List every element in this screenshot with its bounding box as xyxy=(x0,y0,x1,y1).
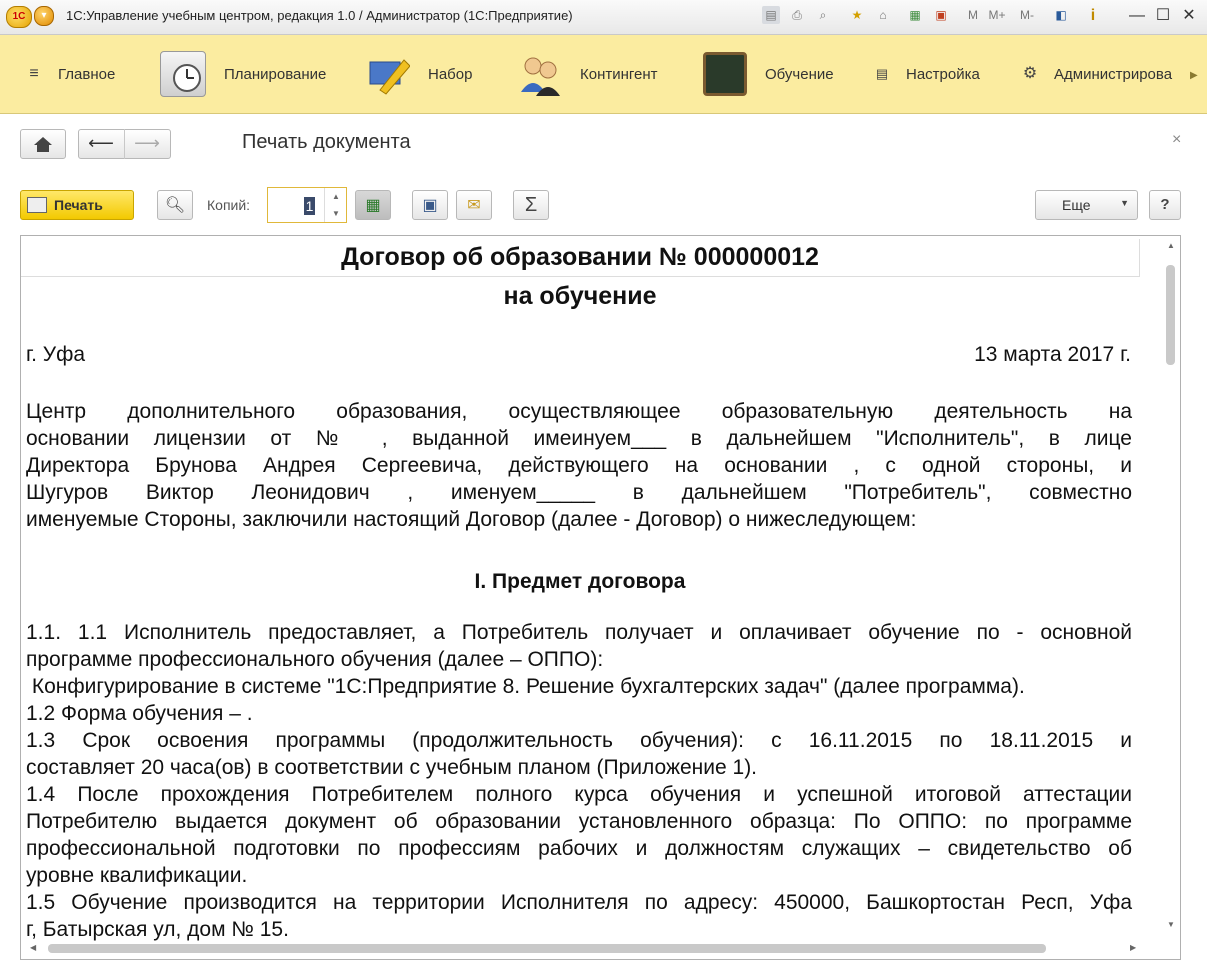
scroll-right-icon[interactable]: ▶ xyxy=(1190,70,1198,81)
copies-label: Копий: xyxy=(207,197,251,213)
send-email-button[interactable]: ✉ xyxy=(456,190,492,220)
floppy-icon: ▣ xyxy=(422,197,438,214)
body-line: Потребителю выдается документ об образов… xyxy=(26,810,1132,833)
section-education-label: Обучение xyxy=(765,65,834,83)
body-line: Конфигурирование в системе "1С:Предприят… xyxy=(26,675,1025,698)
scroll-down-icon[interactable]: ▼ xyxy=(1167,920,1175,929)
body-line: профессиональной подготовки по профессия… xyxy=(26,837,1132,860)
intro-line: Центр дополнительного образования, осуще… xyxy=(26,400,1132,423)
preview-icon[interactable]: ⌕ xyxy=(814,6,832,24)
magnifier-page-icon: 🔍︎ xyxy=(164,197,186,214)
section-enrollment-label: Набор xyxy=(428,65,473,83)
body-line: 1.3 Срок освоения программы (продолжител… xyxy=(26,729,1132,752)
favorite-icon[interactable]: ★ xyxy=(848,6,866,24)
vertical-scrollbar-thumb[interactable] xyxy=(1166,265,1175,365)
body-line: 1.1. 1.1 Исполнитель предоставляет, а По… xyxy=(26,621,1132,644)
sigma-icon: Σ xyxy=(524,193,538,216)
print-button[interactable]: Печать xyxy=(20,190,134,220)
section-settings[interactable]: ▤ Настройка xyxy=(874,35,980,113)
blackboard-icon xyxy=(703,52,747,96)
calculator-icon[interactable]: ▦ xyxy=(906,6,924,24)
calendar-icon[interactable]: ▣ xyxy=(932,6,950,24)
preview-button[interactable]: 🔍︎ xyxy=(157,190,193,220)
hamburger-icon: ≡ xyxy=(29,65,39,82)
section-settings-label: Настройка xyxy=(906,65,980,83)
window-title: 1С:Управление учебным центром, редакция … xyxy=(66,8,573,23)
scroll-up-icon[interactable]: ▲ xyxy=(1167,241,1175,250)
close-form-button[interactable]: × xyxy=(1172,131,1181,149)
body-line: уровне квалификации. xyxy=(26,864,248,887)
body-line: 1.2 Форма обучения – . xyxy=(26,702,253,725)
gear-icon: ⚙ xyxy=(1022,65,1038,82)
section-enrollment[interactable]: Набор xyxy=(366,35,472,113)
pencil-icon xyxy=(366,52,411,96)
save-icon[interactable]: ▤ xyxy=(762,6,780,24)
more-button[interactable]: Еще ▼ xyxy=(1035,190,1138,220)
panels-icon[interactable]: ◧ xyxy=(1052,6,1070,24)
section-education[interactable]: Обучение xyxy=(703,35,834,113)
settings-list-icon: ▤ xyxy=(875,66,889,81)
document-content: Договор об образовании № 000000012 на об… xyxy=(21,236,1161,942)
memory-m-icon[interactable]: M xyxy=(964,6,982,24)
dropdown-arrow-icon: ▼ xyxy=(1120,198,1129,208)
scroll-right-small-icon[interactable]: ▶ xyxy=(1130,943,1136,952)
body-line: 1.4 После прохождения Потребителем полно… xyxy=(26,783,1132,806)
more-button-label: Еще xyxy=(1062,197,1091,213)
memory-plus-icon[interactable]: M+ xyxy=(988,6,1006,24)
document-title: Договор об образовании № 000000012 xyxy=(341,243,819,271)
section-main-label: Главное xyxy=(58,65,116,83)
people-icon xyxy=(518,52,562,96)
history-icon[interactable]: ⌂ xyxy=(874,6,892,24)
document-date: 13 марта 2017 г. xyxy=(974,343,1131,366)
section-main[interactable]: ≡ Главное xyxy=(26,35,115,113)
edit-mode-button[interactable]: ▦ xyxy=(355,190,391,220)
intro-line: Директора Брунова Андрея Сергеевича, дей… xyxy=(26,454,1132,477)
minimize-button[interactable]: — xyxy=(1124,4,1150,28)
section-contingent-label: Контингент xyxy=(580,65,658,83)
copies-spinner[interactable]: ▲ ▼ xyxy=(324,188,347,222)
intro-paragraph: Центр дополнительного образования, осуще… xyxy=(26,398,1132,533)
memory-minus-icon[interactable]: M- xyxy=(1018,6,1036,24)
body-line: программе профессионального обучения (да… xyxy=(26,648,604,671)
main-menu-icon[interactable]: ▾ xyxy=(34,6,54,26)
section1-body: 1.1. 1.1 Исполнитель предоставляет, а По… xyxy=(26,619,1132,942)
home-button[interactable] xyxy=(20,129,66,159)
copies-value: 1 xyxy=(304,197,315,215)
calendar-clock-icon xyxy=(160,51,206,97)
copies-input[interactable]: 1 ▲ ▼ xyxy=(267,187,347,223)
form-title: Печать документа xyxy=(242,131,411,153)
edit-table-icon: ▦ xyxy=(365,197,381,214)
app-logo-icon: 1С xyxy=(6,6,32,28)
help-button[interactable]: ? xyxy=(1149,190,1181,220)
envelope-icon: ✉ xyxy=(467,197,481,214)
printer-icon xyxy=(27,197,47,213)
close-window-button[interactable]: ✕ xyxy=(1176,4,1202,28)
horizontal-scrollbar-thumb[interactable] xyxy=(48,944,1046,953)
section-planning-label: Планирование xyxy=(224,65,327,83)
info-icon[interactable]: i xyxy=(1080,4,1106,28)
intro-line: основании лицензии от № , выданной имеин… xyxy=(26,427,1132,450)
body-line: г, Батырская ул, дом № 15. xyxy=(26,918,289,941)
sum-button[interactable]: Σ xyxy=(513,190,549,220)
body-line: 1.5 Обучение производится на территории … xyxy=(26,891,1132,914)
section1-title: I. Предмет договора xyxy=(474,570,686,593)
save-file-button[interactable]: ▣ xyxy=(412,190,448,220)
intro-line: Шугуров Виктор Леонидович , именуем_____… xyxy=(26,481,1132,504)
section-administration-label: Администрирова xyxy=(1054,65,1173,83)
document-city: г. Уфа xyxy=(26,343,86,366)
maximize-button[interactable]: ☐ xyxy=(1150,4,1176,28)
scroll-left-icon[interactable]: ◀ xyxy=(30,943,36,952)
section-administration[interactable]: ⚙ Администрирова xyxy=(1022,35,1178,113)
print-button-label: Печать xyxy=(54,197,103,213)
section-contingent[interactable]: Контингент xyxy=(518,35,658,113)
intro-line: именуемые Стороны, заключили настоящий Д… xyxy=(26,508,917,531)
print-icon[interactable]: ⎙ xyxy=(788,6,806,24)
document-subtitle: на обучение xyxy=(503,282,657,310)
section-planning[interactable]: Планирование xyxy=(160,35,326,113)
home-icon xyxy=(34,137,52,152)
forward-arrow-icon[interactable]: ⟶ xyxy=(124,129,170,159)
body-line: составляет 20 часа(ов) в соответствии с … xyxy=(26,756,758,779)
back-arrow-icon[interactable]: ⟵ xyxy=(78,129,125,159)
document-area[interactable]: Договор об образовании № 000000012 на об… xyxy=(20,235,1181,960)
